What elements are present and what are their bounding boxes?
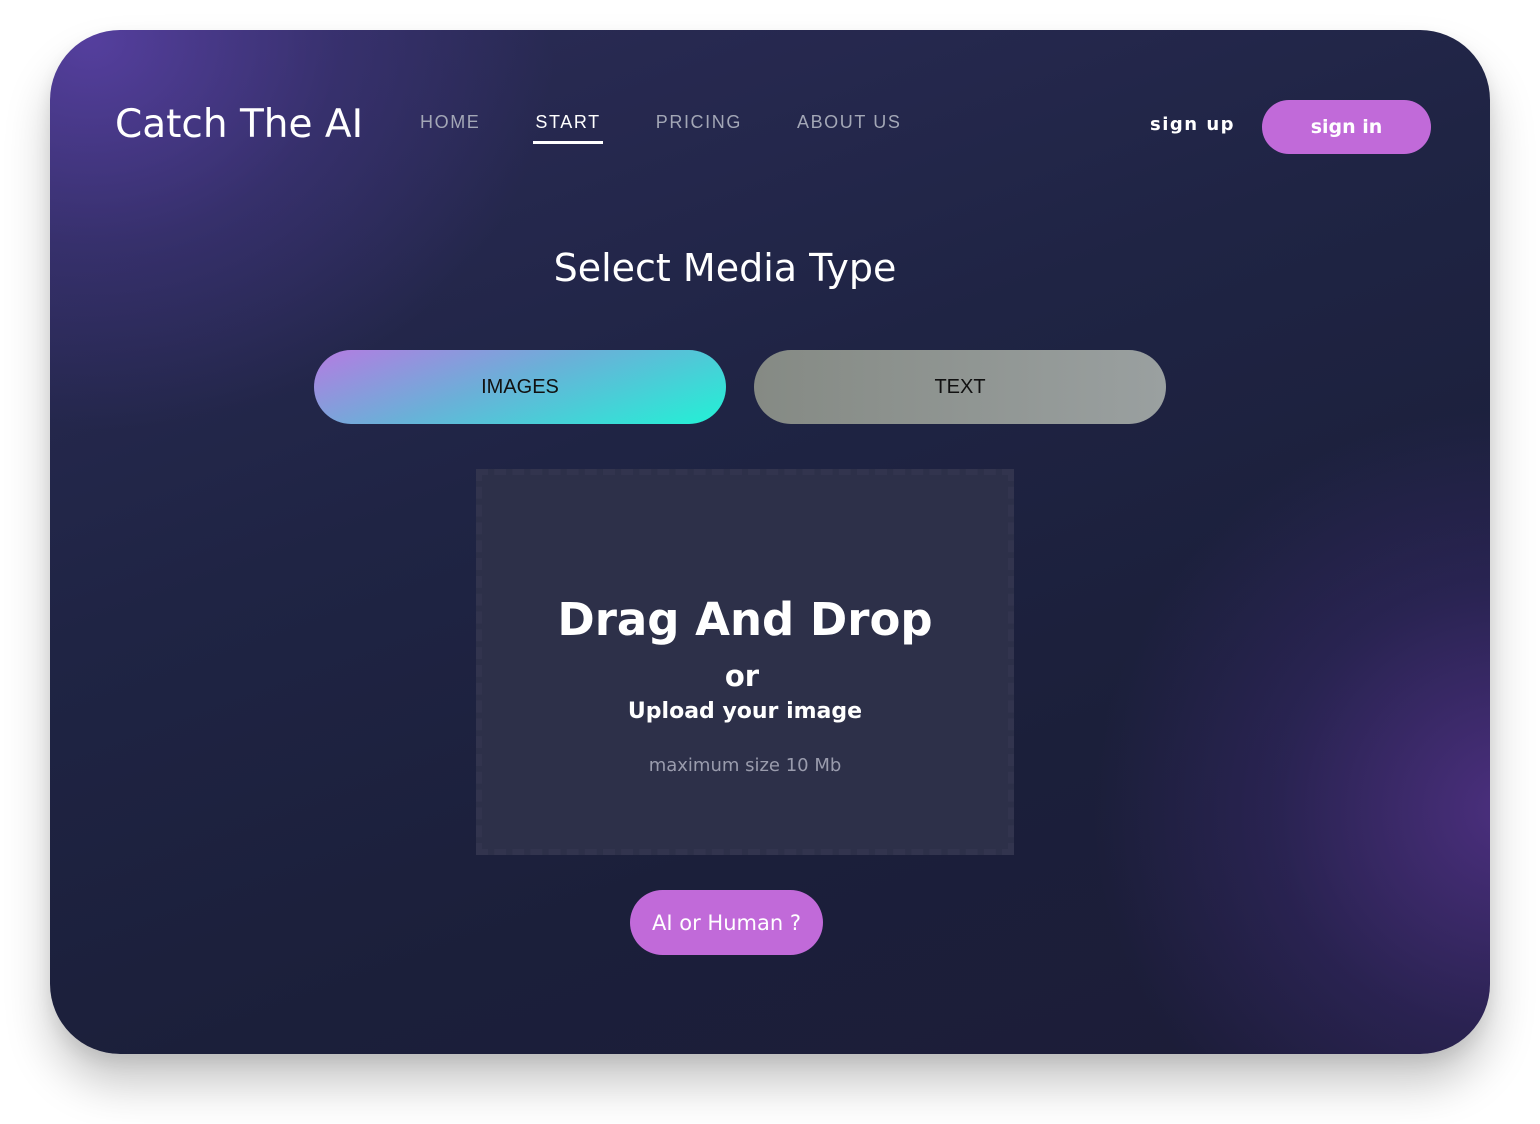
tab-text[interactable]: TEXT [754,350,1166,424]
nav-item-about-us[interactable]: ABOUT US [797,112,902,141]
nav-item-home[interactable]: HOME [420,112,480,141]
tab-images[interactable]: IMAGES [314,350,726,424]
app-window: Catch The AI HOME START PRICING ABOUT US… [50,30,1490,1054]
sign-in-button[interactable]: sign in [1262,100,1431,154]
page-title: Select Media Type [553,246,897,290]
tab-text-label: TEXT [934,375,986,398]
tab-images-label: IMAGES [481,375,559,398]
dropzone-heading: Drag And Drop [557,593,933,646]
main-nav: HOME START PRICING ABOUT US [420,112,956,144]
image-dropzone[interactable]: Drag And Drop or Upload your image maxim… [476,469,1014,855]
ai-or-human-label: AI or Human ? [652,910,801,935]
nav-item-start[interactable]: START [533,112,604,144]
dropzone-upload-text: Upload your image [627,699,863,724]
logo: Catch The AI [115,102,364,147]
dropzone-or: or [724,659,760,693]
dropzone-max-size: maximum size 10 Mb [648,755,842,776]
sign-up-link[interactable]: sign up [1150,114,1235,135]
nav-item-pricing[interactable]: PRICING [656,112,742,141]
ai-or-human-button[interactable]: AI or Human ? [630,890,823,955]
sign-in-label: sign in [1310,116,1383,138]
